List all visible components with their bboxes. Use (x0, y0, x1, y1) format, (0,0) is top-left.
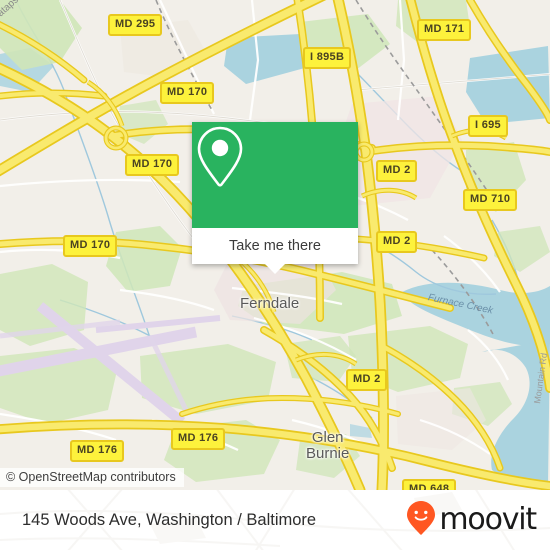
road-shield-md-170[interactable]: MD 170 (160, 82, 215, 104)
road-shield-md-171[interactable]: MD 171 (417, 19, 472, 41)
moovit-wordmark: moovit (439, 502, 537, 537)
road-shield-md-170[interactable]: MD 170 (125, 154, 180, 176)
road-shield-md-176[interactable]: MD 176 (70, 440, 125, 462)
moovit-logo[interactable]: moovit (406, 500, 537, 541)
road-shield-md-176[interactable]: MD 176 (171, 428, 226, 450)
footer-bar: 145 Woods Ave, Washington / Baltimore mo… (0, 490, 550, 550)
road-shield-md-170[interactable]: MD 170 (63, 235, 118, 257)
road-shield-i-695[interactable]: I 695 (468, 115, 508, 137)
moovit-pin-smiley-icon (406, 500, 436, 541)
place-line: Glen (311, 429, 344, 446)
popup-pointer-tail (265, 264, 285, 274)
map-place-label-ferndale: Ferndale (240, 295, 300, 312)
map-place-label-glen-burnie: Glen Burnie (306, 430, 349, 462)
osm-attribution[interactable]: © OpenStreetMap contributors (0, 468, 184, 487)
road-shield-md-648[interactable]: MD 648 (402, 479, 457, 490)
road-shield-md-295[interactable]: MD 295 (108, 14, 163, 36)
take-me-there-button[interactable]: Take me there (192, 228, 358, 264)
popup-icon-area (192, 122, 358, 228)
footer-content: 145 Woods Ave, Washington / Baltimore mo… (0, 490, 550, 550)
road-shield-md-2[interactable]: MD 2 (376, 231, 418, 253)
road-shield-md-2[interactable]: MD 2 (376, 160, 418, 182)
location-address: 145 Woods Ave, Washington / Baltimore (22, 510, 317, 529)
map-canvas[interactable]: Mountain Rd Patapsco Furnace Creek Fernd… (0, 0, 550, 490)
map-screenshot-root: Mountain Rd Patapsco Furnace Creek Fernd… (0, 0, 550, 550)
take-me-there-label: Take me there (229, 238, 321, 254)
road-shield-md-2[interactable]: MD 2 (346, 369, 388, 391)
road-shield-i-895b[interactable]: I 895B (303, 47, 352, 69)
road-shield-md-710[interactable]: MD 710 (463, 189, 518, 211)
place-line: Burnie (306, 444, 350, 462)
destination-popup-card[interactable]: Take me there (192, 122, 358, 274)
